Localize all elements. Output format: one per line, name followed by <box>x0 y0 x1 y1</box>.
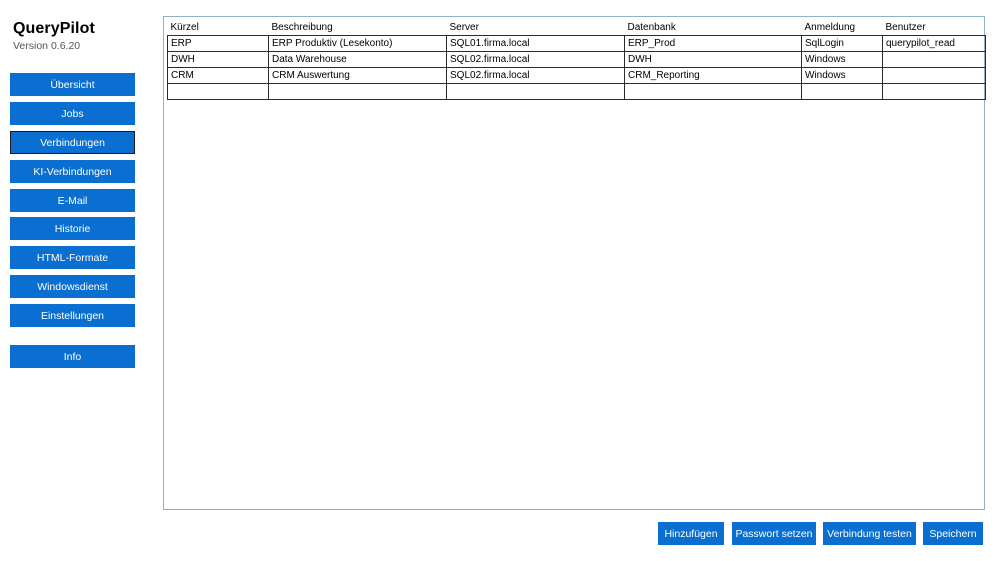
column-header-benutzer[interactable]: Benutzer <box>883 20 986 35</box>
cell-datenbank[interactable]: DWH <box>624 50 802 68</box>
nav-item-historie[interactable]: Historie <box>10 217 135 240</box>
cell-anmeldung[interactable] <box>801 82 883 100</box>
cell-anmeldung[interactable]: SqlLogin <box>801 34 883 52</box>
cell-kuerzel[interactable]: CRM <box>167 66 269 84</box>
save-button[interactable]: Speichern <box>923 522 983 545</box>
column-header-kuerzel[interactable]: Kürzel <box>168 20 269 35</box>
cell-server[interactable] <box>446 82 625 100</box>
table-row[interactable]: DWH Data Warehouse SQL02.firma.local DWH… <box>167 50 986 68</box>
nav-item-ki-verbindungen[interactable]: KI-Verbindungen <box>10 160 135 183</box>
cell-kuerzel[interactable]: DWH <box>167 50 269 68</box>
cell-benutzer[interactable] <box>882 50 986 68</box>
cell-kuerzel[interactable] <box>167 82 269 100</box>
column-header-datenbank[interactable]: Datenbank <box>625 20 802 35</box>
nav-item-uebersicht[interactable]: Übersicht <box>10 73 135 96</box>
cell-datenbank[interactable] <box>624 82 802 100</box>
cell-benutzer[interactable] <box>882 66 986 84</box>
nav-item-verbindungen[interactable]: Verbindungen <box>10 131 135 154</box>
cell-anmeldung[interactable]: Windows <box>801 66 883 84</box>
table-new-row[interactable] <box>167 82 986 100</box>
nav-item-windowsdienst[interactable]: Windowsdienst <box>10 275 135 298</box>
app-version: Version 0.6.20 <box>13 40 81 52</box>
connections-table: Kürzel Beschreibung Server Datenbank Anm… <box>167 20 986 100</box>
cell-beschreibung[interactable]: ERP Produktiv (Lesekonto) <box>268 34 447 52</box>
cell-server[interactable]: SQL02.firma.local <box>446 50 625 68</box>
cell-kuerzel[interactable]: ERP <box>167 34 269 52</box>
test-connection-button[interactable]: Verbindung testen <box>823 522 916 545</box>
cell-benutzer[interactable] <box>882 82 986 100</box>
cell-anmeldung[interactable]: Windows <box>801 50 883 68</box>
connections-grid[interactable]: Kürzel Beschreibung Server Datenbank Anm… <box>163 16 986 510</box>
cell-server[interactable]: SQL02.firma.local <box>446 66 625 84</box>
app-title: QueryPilot <box>13 20 95 37</box>
cell-datenbank[interactable]: ERP_Prod <box>624 34 802 52</box>
nav-item-jobs[interactable]: Jobs <box>10 102 135 125</box>
table-row[interactable]: CRM CRM Auswertung SQL02.firma.local CRM… <box>167 66 986 84</box>
cell-beschreibung[interactable]: Data Warehouse <box>268 50 447 68</box>
column-header-beschreibung[interactable]: Beschreibung <box>269 20 447 35</box>
table-header-row: Kürzel Beschreibung Server Datenbank Anm… <box>168 20 986 35</box>
set-password-button[interactable]: Passwort setzen <box>732 522 816 545</box>
column-header-server[interactable]: Server <box>447 20 625 35</box>
table-row[interactable]: ERP ERP Produktiv (Lesekonto) SQL01.firm… <box>167 34 986 52</box>
nav-item-einstellungen[interactable]: Einstellungen <box>10 304 135 327</box>
nav-item-html-formate[interactable]: HTML-Formate <box>10 246 135 269</box>
nav-item-info[interactable]: Info <box>10 345 135 368</box>
column-header-anmeldung[interactable]: Anmeldung <box>802 20 883 35</box>
nav-item-email[interactable]: E-Mail <box>10 189 135 212</box>
cell-beschreibung[interactable]: CRM Auswertung <box>268 66 447 84</box>
cell-datenbank[interactable]: CRM_Reporting <box>624 66 802 84</box>
add-button[interactable]: Hinzufügen <box>658 522 724 545</box>
cell-server[interactable]: SQL01.firma.local <box>446 34 625 52</box>
cell-benutzer[interactable]: querypilot_read <box>882 34 986 52</box>
cell-beschreibung[interactable] <box>268 82 447 100</box>
